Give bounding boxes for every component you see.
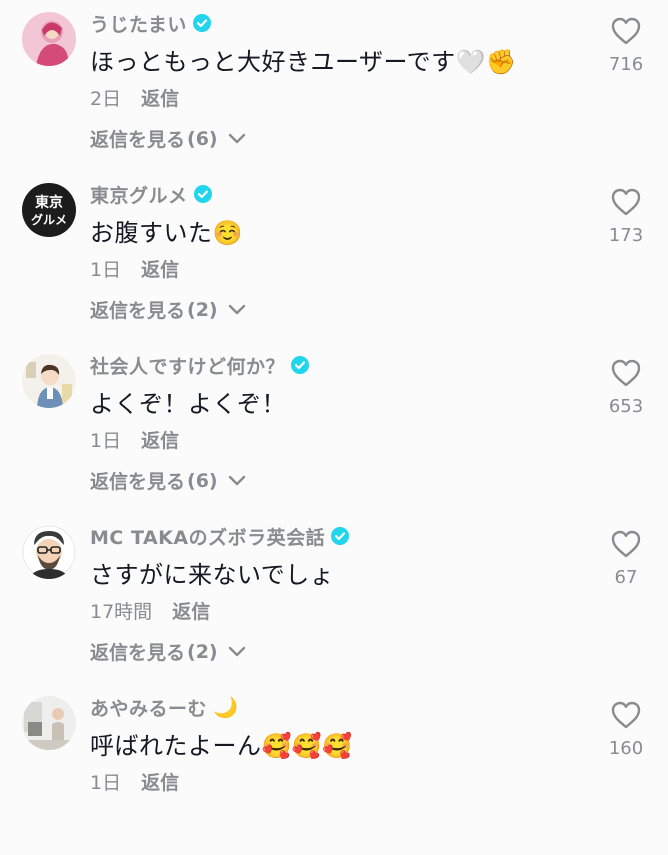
- chevron-down-icon: [228, 475, 245, 485]
- avatar[interactable]: [22, 696, 76, 750]
- comment-text: よくぞ！よくぞ！: [90, 390, 286, 418]
- like-button[interactable]: 67: [596, 529, 656, 588]
- comment-text: 呼ばれたよーん🥰🥰🥰: [90, 732, 353, 760]
- comment-author[interactable]: あやみるーむ: [90, 694, 207, 721]
- reply-button[interactable]: 返信: [172, 601, 210, 623]
- chevron-down-icon: [228, 646, 245, 656]
- comment-item: うじたまい ほっともっと大好きユーザーです🤍✊ 2日 返信 返信を見る (6) …: [0, 0, 668, 171]
- reply-count: (6): [187, 469, 218, 492]
- comment-author[interactable]: うじたまい: [90, 10, 187, 37]
- view-replies-button[interactable]: 返信を見る (6): [90, 467, 246, 494]
- reply-button[interactable]: 返信: [141, 430, 179, 452]
- avatar-image: 東京 グルメ: [22, 183, 76, 237]
- avatar[interactable]: [22, 354, 76, 408]
- like-count: 653: [608, 396, 644, 417]
- view-replies-button[interactable]: 返信を見る (2): [90, 638, 246, 665]
- comment-time: 1日: [90, 430, 122, 452]
- like-count: 173: [608, 225, 644, 246]
- chevron-down-icon: [228, 304, 245, 314]
- avatar[interactable]: 東京 グルメ: [22, 183, 76, 237]
- verified-badge-icon: [193, 185, 212, 203]
- avatar-logo-text: 東京: [35, 194, 63, 211]
- view-replies-button[interactable]: 返信を見る (2): [90, 296, 246, 323]
- avatar[interactable]: [22, 525, 76, 579]
- comment-text: ほっともっと大好きユーザーです🤍✊: [90, 48, 517, 76]
- comment-author[interactable]: MC TAKAのズボラ英会話: [90, 523, 325, 550]
- reply-count: (2): [187, 298, 218, 321]
- comment-author[interactable]: 東京グルメ: [90, 181, 188, 208]
- avatar-image: [22, 696, 76, 750]
- comment-item: 東京 グルメ 東京グルメ お腹すいた☺️ 1日 返信 返信を見る (2) 173: [0, 171, 668, 342]
- chevron-down-icon: [228, 133, 245, 143]
- like-count: 67: [614, 567, 638, 588]
- comment-author[interactable]: 社会人ですけど何か？: [90, 352, 285, 379]
- reply-button[interactable]: 返信: [141, 88, 179, 110]
- like-count: 160: [608, 738, 644, 759]
- view-replies-button[interactable]: 返信を見る (6): [90, 125, 246, 152]
- avatar-image: [22, 12, 76, 66]
- comment-item: 社会人ですけど何か？ よくぞ！よくぞ！ 1日 返信 返信を見る (6) 653: [0, 342, 668, 513]
- comment-time: 2日: [90, 88, 122, 110]
- avatar[interactable]: [22, 12, 76, 66]
- comment-text: お腹すいた☺️: [90, 219, 243, 247]
- like-button[interactable]: 653: [596, 358, 656, 417]
- avatar-image: [22, 354, 76, 408]
- heart-outline-icon: [611, 188, 641, 216]
- verified-badge-icon: [331, 527, 350, 545]
- comment-text: さすがに来ないでしょ: [90, 561, 335, 589]
- like-count: 716: [608, 54, 644, 75]
- comment-item: MC TAKAのズボラ英会話 さすがに来ないでしょ 17時間 返信 返信を見る …: [0, 513, 668, 684]
- reply-button[interactable]: 返信: [141, 259, 179, 281]
- view-replies-label: 返信を見る: [90, 300, 186, 322]
- comment-item: あやみるーむ 🌙 呼ばれたよーん🥰🥰🥰 1日 返信 160: [0, 684, 668, 855]
- view-replies-label: 返信を見る: [90, 129, 186, 151]
- verified-badge-icon: [291, 356, 310, 374]
- like-button[interactable]: 173: [596, 187, 656, 246]
- like-button[interactable]: 716: [596, 16, 656, 75]
- verified-badge-icon: [192, 14, 211, 32]
- heart-outline-icon: [611, 701, 641, 729]
- avatar-image: [22, 525, 76, 579]
- reply-button[interactable]: 返信: [141, 772, 179, 794]
- comment-time: 17時間: [90, 601, 153, 623]
- reply-count: (2): [187, 640, 218, 663]
- heart-outline-icon: [611, 530, 641, 558]
- comment-time: 1日: [90, 772, 122, 794]
- heart-outline-icon: [611, 359, 641, 387]
- view-replies-label: 返信を見る: [90, 471, 186, 493]
- heart-outline-icon: [611, 17, 641, 45]
- comment-time: 1日: [90, 259, 122, 281]
- view-replies-label: 返信を見る: [90, 642, 186, 664]
- crescent-moon-emoji: 🌙: [213, 695, 238, 719]
- like-button[interactable]: 160: [596, 700, 656, 759]
- reply-count: (6): [187, 127, 218, 150]
- avatar-logo-text: グルメ: [31, 212, 67, 227]
